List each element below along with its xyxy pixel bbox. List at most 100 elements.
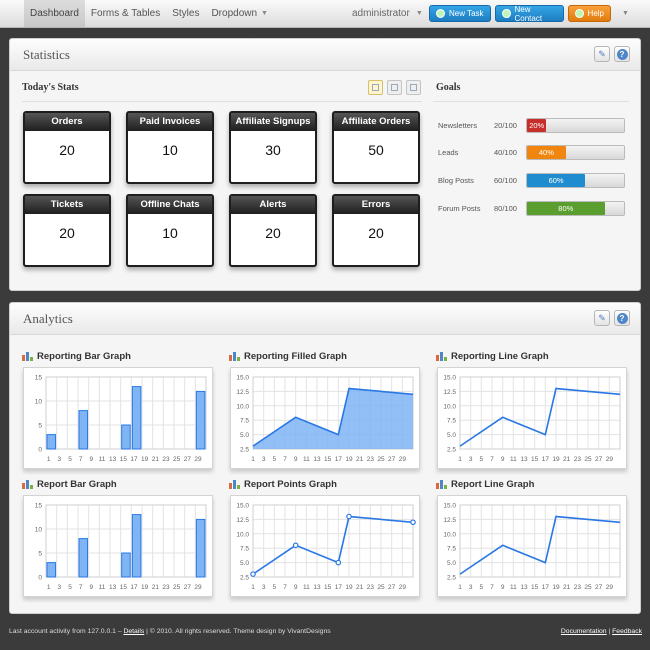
y-tick-label: 15 (35, 375, 43, 382)
nav-forms-tables[interactable]: Forms & Tables (85, 0, 166, 27)
user-menu[interactable]: administrator ▼ (352, 0, 423, 27)
goal-progress-bar: 60% (526, 173, 625, 188)
x-tick-label: 17 (542, 584, 550, 591)
x-tick-label: 19 (345, 456, 353, 463)
stat-value: 50 (368, 142, 384, 158)
x-tick-label: 23 (162, 584, 170, 591)
goal-label: Blog Posts (438, 176, 474, 185)
stat-value: 20 (59, 225, 75, 241)
x-tick-label: 25 (584, 456, 592, 463)
x-tick-label: 13 (109, 456, 117, 463)
x-tick-label: 29 (606, 456, 614, 463)
y-tick-label: 12.5 (443, 389, 456, 396)
stat-label: Affiliate Orders (334, 113, 418, 131)
y-tick-label: 7.5 (447, 418, 456, 425)
x-tick-label: 25 (173, 456, 181, 463)
chart-svg: 2.55.07.510.012.515.01 3 5 7 9 11 13 15 17 19 21 23… (443, 375, 621, 463)
goal-row-leads: Leads 40/100 40% (438, 145, 628, 161)
x-tick-label: 9 (90, 584, 94, 591)
documentation-link[interactable]: Documentation (561, 628, 607, 635)
x-tick-label: 21 (152, 456, 160, 463)
x-tick-label: 3 (469, 584, 473, 591)
new-task-button[interactable]: New Task (429, 5, 491, 22)
help-icon[interactable]: ? (614, 46, 630, 62)
y-tick-label: 5.0 (240, 432, 249, 439)
bar (78, 410, 89, 450)
plot-border (459, 376, 621, 450)
x-tick-label: 11 (303, 584, 310, 591)
x-tick-label: 11 (99, 584, 106, 591)
x-tick-label: 29 (194, 584, 202, 591)
feedback-link[interactable]: Feedback (612, 628, 642, 635)
stat-box-orders: Orders 20 (23, 111, 111, 184)
x-tick-label: 13 (109, 584, 117, 591)
x-tick-label: 19 (552, 584, 560, 591)
x-tick-label: 9 (90, 456, 94, 463)
wrench-icon[interactable]: ✎ (594, 46, 610, 62)
x-tick-label: 29 (399, 584, 407, 591)
stat-box-paid-invoices: Paid Invoices 10 (126, 111, 214, 184)
new-contact-button[interactable]: New Contact (495, 5, 564, 23)
x-tick-label: 9 (294, 456, 298, 463)
x-tick-label: 27 (388, 456, 396, 463)
nav-dropdown[interactable]: Dropdown ▼ (205, 0, 274, 27)
stat-label: Alerts (231, 196, 315, 214)
y-tick-label: 7.5 (447, 546, 456, 553)
footer-separator: | (608, 628, 611, 635)
graph-title-text: Report Points Graph (244, 479, 337, 490)
x-tick-label: 23 (574, 584, 582, 591)
details-link[interactable]: Details (123, 628, 144, 635)
x-tick-label: 17 (130, 456, 138, 463)
table-view-icon[interactable] (406, 80, 421, 95)
y-tick-label: 10 (35, 527, 43, 534)
y-tick-label: 5.0 (447, 432, 456, 439)
stat-label: Offline Chats (128, 196, 212, 214)
graph-title-text: Report Bar Graph (37, 479, 117, 490)
stat-label: Paid Invoices (128, 113, 212, 131)
x-tick-label: 29 (606, 584, 614, 591)
stat-box-affiliate-signups: Affiliate Signups 30 (229, 111, 317, 184)
list-view-icon[interactable] (387, 80, 402, 95)
help-button[interactable]: Help (568, 5, 611, 22)
nav-dashboard[interactable]: Dashboard (24, 0, 85, 27)
data-point (292, 542, 299, 549)
y-tick-label: 10 (35, 399, 43, 406)
y-tick-label: 10.0 (236, 403, 249, 410)
footer-copyright-text: | © 2010. All rights reserved. Theme des… (146, 628, 331, 635)
chart-reporting-line: 2.5 5.0 7.5 10.0 12.5 15.0 1 3 5 7 9 11 13 15 17 19 21 23… (437, 367, 627, 469)
todays-stats-title: Today's Stats (22, 82, 79, 93)
x-tick-label: 27 (595, 456, 603, 463)
x-tick-label: 21 (356, 584, 364, 591)
bar (78, 538, 89, 578)
y-tick-label: 2.5 (240, 575, 249, 582)
analytics-panel-header: Analytics ✎ ? (10, 303, 640, 335)
x-tick-label: 23 (574, 456, 582, 463)
y-tick-label: 15.0 (443, 375, 456, 382)
stat-value: 20 (265, 225, 281, 241)
y-tick-label: 10.0 (443, 403, 456, 410)
x-tick-label: 19 (141, 584, 149, 591)
chevron-down-icon: ▼ (261, 10, 268, 17)
x-tick-label: 11 (510, 584, 517, 591)
bar (46, 434, 57, 450)
main-nav: Dashboard Forms & Tables Styles Dropdown… (24, 0, 274, 27)
plot-border (459, 504, 621, 578)
x-tick-label: 1 (458, 456, 462, 463)
help-icon[interactable]: ? (614, 310, 630, 326)
stat-label: Errors (334, 196, 418, 214)
x-tick-label: 19 (552, 456, 560, 463)
x-tick-label: 25 (584, 584, 592, 591)
x-tick-label: 7 (283, 584, 287, 591)
plus-circle-icon (575, 9, 584, 18)
chart-reporting-bar: 0 5 10 15 1 3 5 7 9 11 13 15 17 19 21 23 25 27 29 (23, 367, 213, 469)
chevron-down-icon[interactable]: ▼ (622, 0, 629, 27)
x-tick-label: 5 (273, 456, 277, 463)
wrench-icon[interactable]: ✎ (594, 310, 610, 326)
grid-view-icon[interactable] (368, 80, 383, 95)
stat-box-errors: Errors 20 (332, 194, 420, 267)
nav-styles[interactable]: Styles (166, 0, 205, 27)
y-tick-label: 15.0 (443, 503, 456, 510)
y-tick-label: 5 (38, 551, 42, 558)
x-tick-label: 9 (501, 456, 505, 463)
nav-styles-label: Styles (172, 8, 200, 19)
